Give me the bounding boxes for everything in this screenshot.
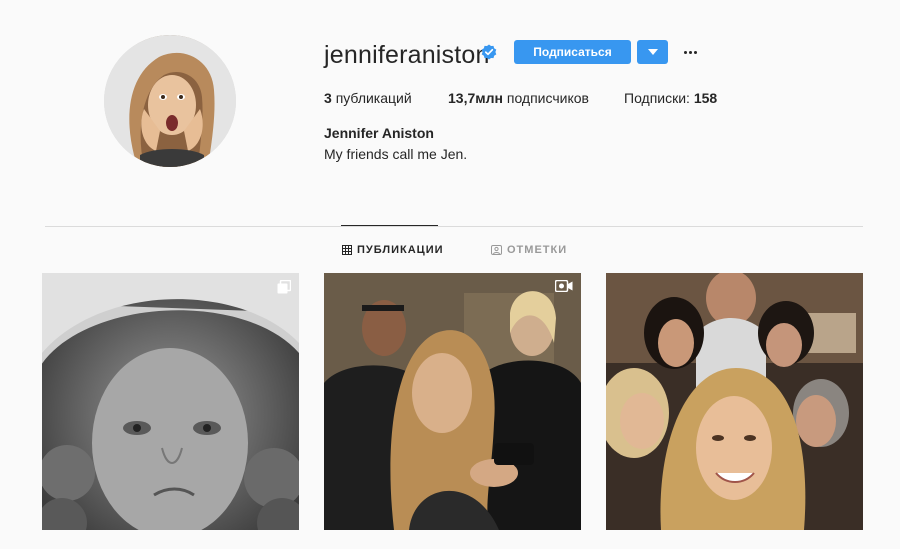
more-dot xyxy=(683,50,687,54)
posts-label: публикаций xyxy=(335,90,412,106)
posts-count: 3 xyxy=(324,90,332,106)
full-name: Jennifer Aniston xyxy=(324,125,434,141)
more-options-button[interactable] xyxy=(680,40,700,64)
following-label: Подписки: xyxy=(624,90,690,106)
carousel-icon xyxy=(277,280,291,294)
tagged-icon xyxy=(491,245,502,255)
active-tab-indicator xyxy=(341,225,438,226)
tab-tagged-label: ОТМЕТКИ xyxy=(507,244,568,256)
followers-count: 13,7млн xyxy=(448,90,503,106)
more-dot xyxy=(688,50,692,54)
more-dot xyxy=(693,50,697,54)
profile-avatar[interactable] xyxy=(104,35,236,167)
followers-stat[interactable]: 13,7млн подписчиков xyxy=(448,89,589,107)
suggestions-dropdown-button[interactable] xyxy=(637,40,668,64)
follow-button[interactable]: Подписаться xyxy=(514,40,631,64)
tab-posts[interactable]: ПУБЛИКАЦИИ xyxy=(342,244,444,256)
tab-tagged[interactable]: ОТМЕТКИ xyxy=(491,244,567,256)
following-stat[interactable]: Подписки: 158 xyxy=(624,89,717,107)
tabs-divider xyxy=(45,226,863,227)
video-icon xyxy=(555,280,573,292)
chevron-down-icon xyxy=(647,49,658,55)
verified-badge-icon xyxy=(481,44,497,60)
post-thumbnail[interactable] xyxy=(42,273,299,530)
username: jenniferaniston xyxy=(324,41,490,69)
posts-stat: 3 публикаций xyxy=(324,89,412,107)
post-thumbnail[interactable] xyxy=(324,273,581,530)
post-image xyxy=(606,273,863,530)
tab-posts-label: ПУБЛИКАЦИИ xyxy=(357,244,444,256)
post-image xyxy=(324,273,581,530)
post-image xyxy=(42,273,299,530)
grid-icon xyxy=(342,245,352,255)
following-count: 158 xyxy=(693,90,718,106)
followers-label: подписчиков xyxy=(506,90,589,106)
bio: My friends call me Jen. xyxy=(324,146,468,162)
post-thumbnail[interactable] xyxy=(606,273,863,530)
